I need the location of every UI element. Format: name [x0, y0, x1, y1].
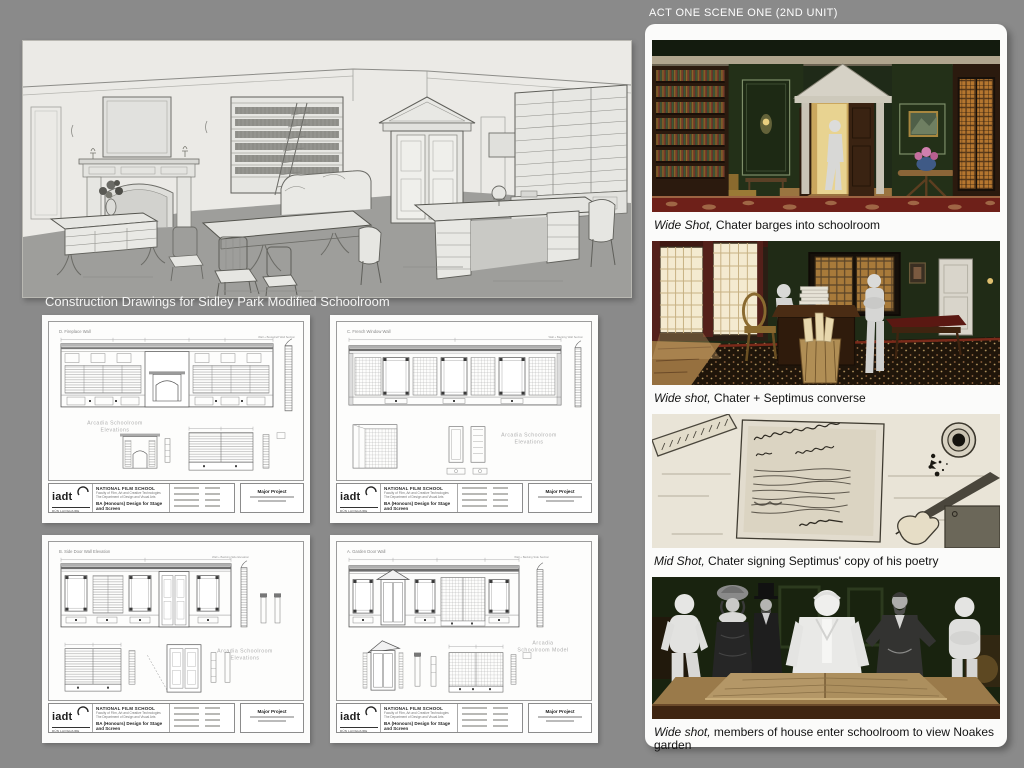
drawing-sheet-garden-door-wall: A. Garden Door Wall [330, 535, 598, 743]
shot-description: Chater barges into schoolroom [713, 218, 880, 232]
course-name: BA (Honours) Design for Stage and Screen [96, 501, 166, 511]
shot-image-house-members-enter [652, 577, 1000, 719]
render-chater-barges-in [652, 40, 1000, 212]
sheet-label-line1: Arcadia [532, 641, 553, 647]
render-house-members-enter [652, 577, 1000, 719]
sheet-label-line2: Elevations [515, 439, 544, 445]
iadt-swoosh-icon [77, 706, 90, 718]
drawing-sheet-fireplace-wall: D. Fireplace Wall [42, 315, 310, 523]
fireplace-wall-elevation: D. Fireplace Wall [49, 322, 303, 480]
iadt-logo-text: iadt [52, 491, 72, 503]
shot-caption: Wide shot, members of house enter school… [652, 719, 1000, 761]
iadt-logo: iadt DÚN LAOGHAIRE [49, 484, 93, 512]
shot-caption: Wide Shot, Chater barges into schoolroom [652, 212, 1000, 241]
iadt-logo: iadt DÚN LAOGHAIRE [337, 484, 381, 512]
iadt-logo: iadt DÚN LAOGHAIRE [337, 704, 381, 732]
sheet-label-line1: Arcadia Schoolroom [217, 649, 273, 655]
shot-image-chater-septimus-converse [652, 241, 1000, 385]
shot-type: Wide Shot, [654, 218, 713, 232]
section-note: Wall + Backing Side Elevation [212, 555, 249, 559]
render-chater-septimus-converse [652, 241, 1000, 385]
shot-image-signing-sketch [652, 414, 1000, 548]
iadt-logo: iadt DÚN LAOGHAIRE [49, 704, 93, 732]
drawing-sheet-window-wall: C. French Window Wall [330, 315, 598, 523]
garden-door-wall-elevation: A. Garden Door Wall [337, 542, 591, 700]
construction-drawings-title: Construction Drawings for Sidley Park Mo… [45, 294, 390, 309]
shot-type: Wide shot, [654, 391, 711, 405]
sheet-label-line2: Elevations [231, 656, 260, 662]
section-note: Wall + Backing Wall Section [548, 335, 583, 339]
storyboard-panel: Wide Shot, Chater barges into schoolroom [645, 24, 1007, 747]
title-block: iadt DÚN LAOGHAIRE NATIONAL FILM SCHOOL … [48, 483, 304, 513]
shot-type: Mid Shot, [654, 554, 705, 568]
sheet-heading: B. Side Door Wall Elevation [59, 549, 111, 554]
schoolroom-perspective-sketch [22, 40, 632, 298]
iadt-swoosh-icon [365, 706, 378, 718]
project-box: Major Project [240, 483, 304, 513]
project-box: Major Project [528, 703, 592, 733]
project-box: Major Project [528, 483, 592, 513]
iadt-swoosh-icon [365, 486, 378, 498]
sheet-heading: D. Fireplace Wall [59, 329, 91, 334]
iadt-swoosh-icon [77, 486, 90, 498]
portfolio-page: Construction Drawings for Sidley Park Mo… [0, 0, 1024, 768]
drawing-sheet-side-door-wall: B. Side Door Wall Elevation [42, 535, 310, 743]
window-wall-elevation: C. French Window Wall [337, 322, 591, 480]
title-block-school-info: NATIONAL FILM SCHOOL Faculty of Film, Ar… [381, 484, 458, 512]
project-title: Major Project [241, 489, 303, 494]
sheet-heading: A. Garden Door Wall [347, 549, 386, 554]
sheet-label-line1: Arcadia Schoolroom [87, 421, 143, 427]
sketch-drawing [23, 41, 631, 297]
title-block-fields [458, 484, 522, 512]
shot-type: Wide shot, [654, 725, 711, 739]
shot-description: Chater + Septimus converse [711, 391, 866, 405]
section-note: Wall + Backing Side Section [514, 555, 549, 559]
title-block: iadt DÚN LAOGHAIRE NATIONAL FILM SCHOOL … [48, 703, 304, 733]
title-block-fields [170, 484, 234, 512]
storyboard-header: ACT ONE SCENE ONE (2ND UNIT) [649, 7, 838, 19]
title-block: iadt DÚN LAOGHAIRE NATIONAL FILM SCHOOL … [336, 483, 592, 513]
shot-caption: Mid Shot, Chater signing Septimus' copy … [652, 548, 1000, 577]
iadt-logo-subtext: DÚN LAOGHAIRE [52, 507, 90, 513]
project-box: Major Project [240, 703, 304, 733]
side-door-wall-elevation: B. Side Door Wall Elevation [49, 542, 303, 700]
shot-description: Chater signing Septimus' copy of his poe… [705, 554, 939, 568]
shot-caption: Wide shot, Chater + Septimus converse [652, 385, 1000, 414]
title-block-fields [170, 704, 234, 732]
sketch-signing-poetry [652, 414, 1000, 548]
title-block-fields [458, 704, 522, 732]
section-note: Wall + Bookshelf Wall Section [258, 335, 295, 339]
sheet-heading: C. French Window Wall [347, 329, 391, 334]
title-block-school-info: NATIONAL FILM SCHOOL Faculty of Film, Ar… [381, 704, 458, 732]
title-block: iadt DÚN LAOGHAIRE NATIONAL FILM SCHOOL … [336, 703, 592, 733]
title-block-school-info: NATIONAL FILM SCHOOL Faculty of Film, Ar… [93, 484, 170, 512]
shot-image-chater-barges-in [652, 40, 1000, 212]
department-line: The Department of Design and Visual Arts [96, 495, 166, 499]
sheet-label-line1: Arcadia Schoolroom [501, 433, 557, 439]
sheet-label-line2: Elevations [101, 428, 130, 434]
title-block-school-info: NATIONAL FILM SCHOOL Faculty of Film, Ar… [93, 704, 170, 732]
